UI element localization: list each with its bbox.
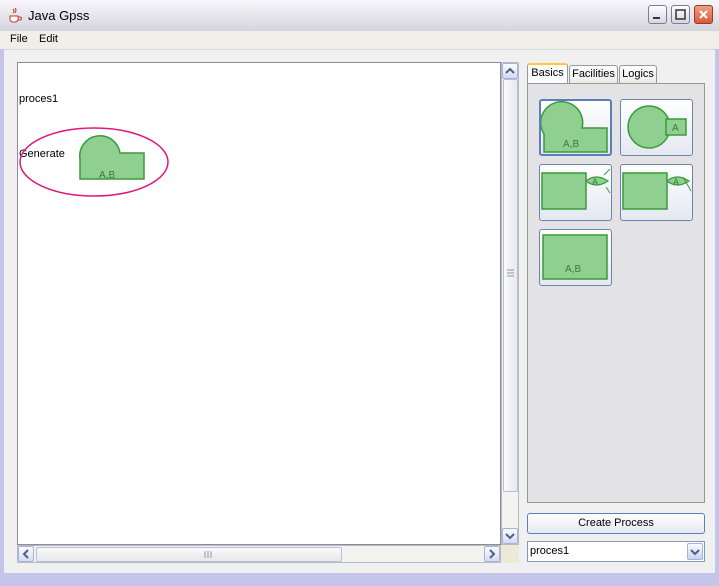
terminate-block-icon: A [627,105,687,149]
horizontal-scrollbar[interactable] [17,545,501,563]
svg-text:A,B: A,B [565,264,581,275]
grip-icon [204,551,212,558]
basics-panel: A,B A A A A,B [527,83,705,503]
vertical-scroll-thumb[interactable] [503,79,518,492]
model-canvas[interactable]: proces1 Generate A,B [17,62,501,545]
arrow-down-icon [505,533,515,540]
svg-text:A,B: A,B [563,139,579,150]
advance-block-button[interactable]: A,B [539,229,612,286]
arrow-up-icon [505,67,515,74]
close-icon [699,10,708,19]
svg-text:A: A [672,123,679,134]
scroll-corner [501,545,519,563]
grip-icon [507,269,514,277]
queue-block-button[interactable]: A [539,164,612,221]
scroll-down-button[interactable] [502,528,518,544]
generate-block-params: A,B [99,170,115,181]
arrow-right-icon [489,549,496,559]
menu-file[interactable]: File [10,33,28,45]
tab-logics[interactable]: Logics [619,65,657,83]
minimize-button[interactable] [648,5,667,24]
arrow-left-icon [22,549,29,559]
generate-block-button[interactable]: A,B [539,99,612,156]
close-button[interactable] [694,5,713,24]
generate-block[interactable]: A,B [18,123,178,203]
java-cup-icon [9,7,22,23]
create-process-button[interactable]: Create Process [527,513,705,534]
scroll-up-button[interactable] [502,63,518,79]
process-label: proces1 [19,93,59,105]
maximize-button[interactable] [671,5,690,24]
scroll-right-button[interactable] [484,546,500,562]
chevron-down-icon [690,549,700,556]
svg-text:A: A [673,177,679,187]
generate-block-icon: A,B [539,100,608,153]
window-title: Java Gpss [28,8,90,23]
process-select-dropdown-button[interactable] [687,543,703,560]
advance-block-icon: A,B [542,234,608,280]
maximize-icon [675,9,686,20]
vertical-scrollbar[interactable] [501,62,519,545]
queue-block-icon: A [541,168,611,210]
terminate-block-button[interactable]: A [620,99,693,156]
tab-facilities[interactable]: Facilities [569,65,618,83]
title-bar: Java Gpss [0,0,719,32]
minimize-icon [653,17,660,19]
process-select[interactable]: proces1 [527,541,705,562]
tab-basics[interactable]: Basics [527,63,568,84]
menu-edit[interactable]: Edit [39,33,58,45]
horizontal-scroll-thumb[interactable] [36,547,342,562]
depart-block-icon: A [622,172,692,210]
svg-text:A: A [592,177,598,187]
scroll-left-button[interactable] [18,546,34,562]
process-select-value: proces1 [530,545,570,557]
menu-bar: File Edit [0,31,719,49]
depart-block-button[interactable]: A [620,164,693,221]
